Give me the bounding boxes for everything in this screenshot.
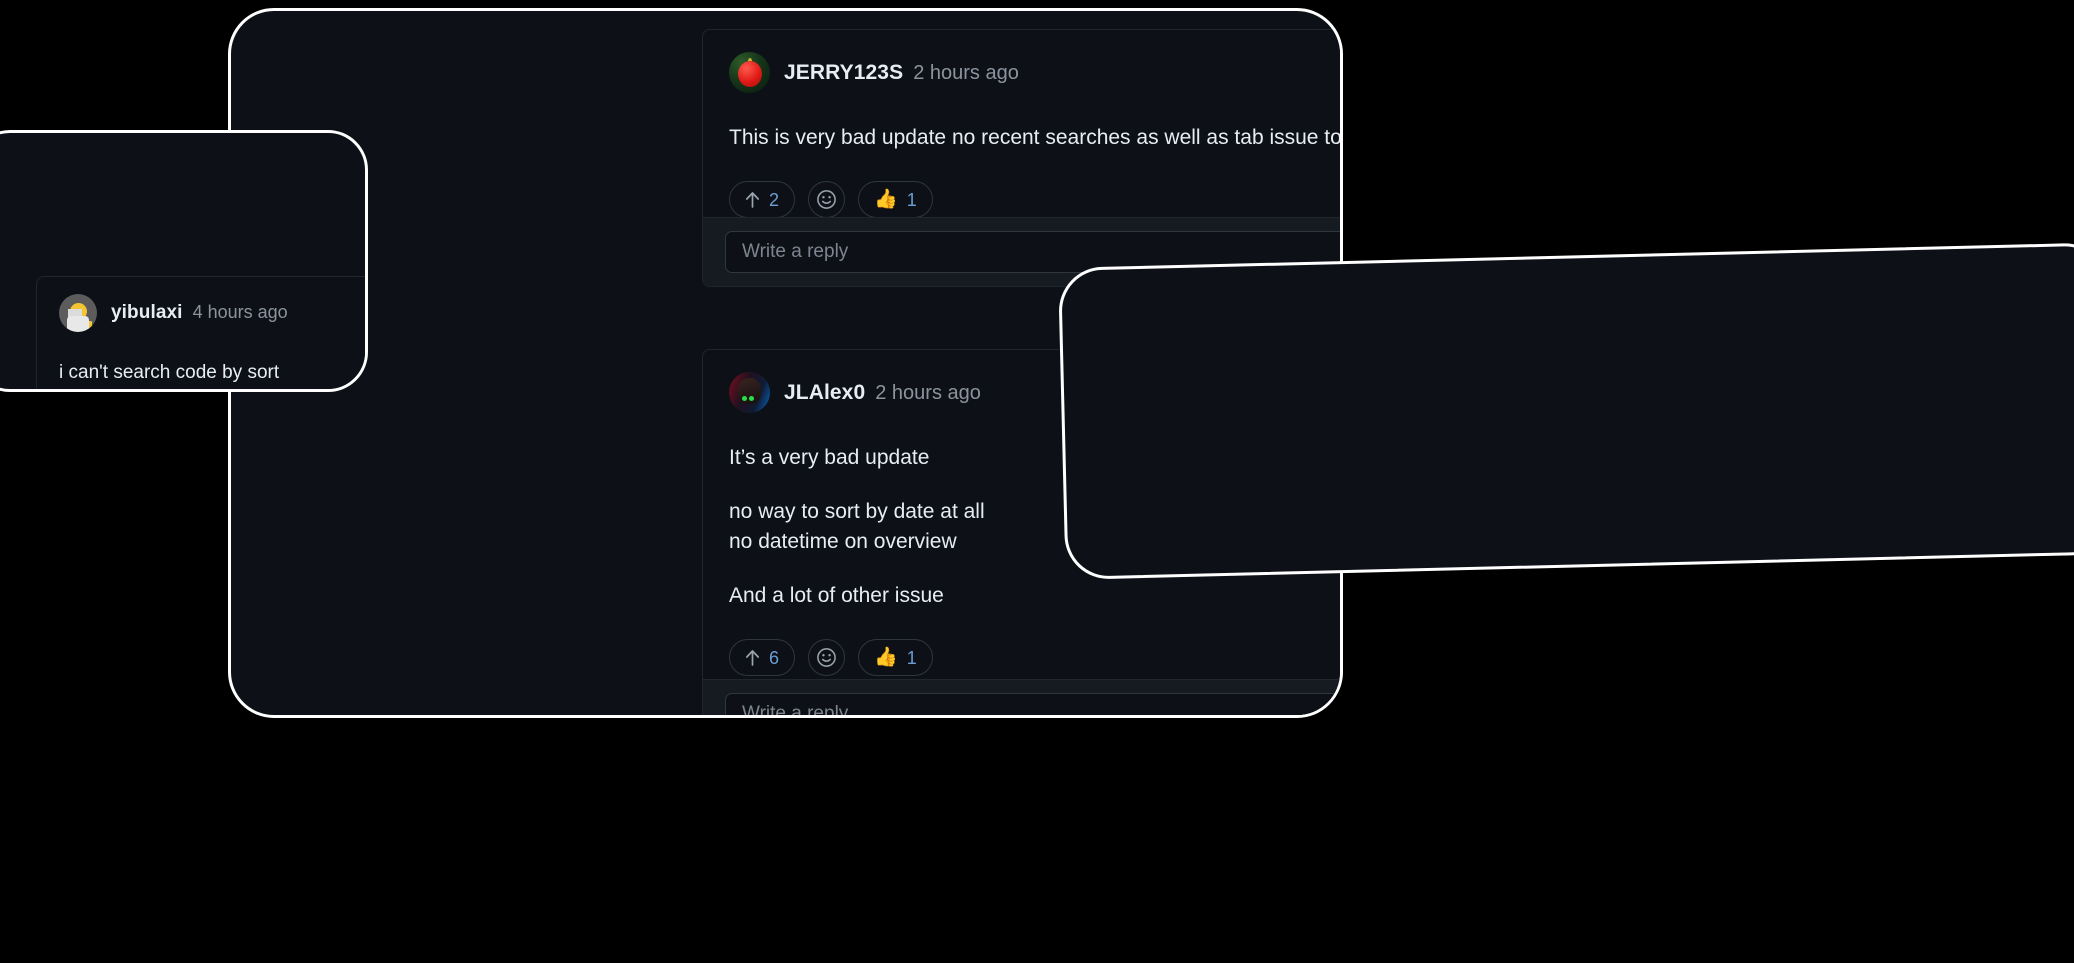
upvote-button[interactable]: 6 xyxy=(729,639,796,676)
upvote-count: 2 xyxy=(769,189,780,210)
comment-body: yibulaxi 4 hours ago i can't search code … xyxy=(37,277,365,389)
thumbs-up-icon: 👍 xyxy=(874,647,898,668)
comment-author-line: JERRY123S 2 hours ago xyxy=(784,61,1019,85)
comment-text: And a lot of other issue xyxy=(729,584,944,607)
add-reaction-button[interactable] xyxy=(808,181,846,218)
reaction-bar: 2 👍 1 xyxy=(729,181,1340,218)
avatar[interactable] xyxy=(729,52,770,93)
avatar[interactable] xyxy=(729,372,770,413)
comment-body: JERRY123S 2 hours ago This is very bad up… xyxy=(703,30,1342,234)
comment-card-yibulaxi[interactable]: yibulaxi 4 hours ago i can't search code … xyxy=(36,276,365,389)
comment-text: This is very bad update no recent search… xyxy=(729,126,1342,149)
comment-author-line: yibulaxi 4 hours ago xyxy=(111,302,288,324)
reaction-bar: 6 👍 1 xyxy=(729,639,1340,676)
username[interactable]: JLAlex0 xyxy=(784,381,865,404)
screenshot-stage: JERRY123S 2 hours ago This is very bad up… xyxy=(0,0,2074,963)
comment-text: i can't search code by sort xyxy=(59,362,280,383)
thumbs-up-reaction-button[interactable]: 👍 1 xyxy=(858,181,933,218)
avatar[interactable] xyxy=(59,294,97,332)
comment-author-line: JLAlex0 2 hours ago xyxy=(784,381,981,405)
upvote-button[interactable]: 2 xyxy=(729,181,796,218)
comment-header: JERRY123S 2 hours ago xyxy=(729,52,1340,93)
up-arrow-icon xyxy=(745,650,760,666)
username[interactable]: yibulaxi xyxy=(111,302,183,323)
smiley-icon xyxy=(817,648,836,667)
upvote-count: 6 xyxy=(769,647,780,668)
timestamp: 2 hours ago xyxy=(913,61,1019,84)
comment-header: yibulaxi 4 hours ago xyxy=(59,294,365,332)
reply-input[interactable]: Write a reply xyxy=(725,693,1340,715)
reply-footer: Write a reply xyxy=(703,679,1340,715)
comment-thread-window-right: noor-e-alam20 hours ago Don't like new c… xyxy=(1058,242,2074,580)
thumbs-up-count: 1 xyxy=(906,647,917,668)
timestamp: 4 hours ago xyxy=(192,302,288,322)
add-reaction-button[interactable] xyxy=(808,639,846,676)
smiley-icon xyxy=(817,190,836,209)
up-arrow-icon xyxy=(745,192,760,208)
username[interactable]: JERRY123S xyxy=(784,61,903,84)
thumbs-up-icon: 👍 xyxy=(874,189,898,210)
comment-card-jerry123s[interactable]: JERRY123S 2 hours ago This is very bad up… xyxy=(702,29,1342,287)
timestamp: 2 hours ago xyxy=(875,381,981,404)
comment-thread-window-left: yibulaxi 4 hours ago i can't search code … xyxy=(0,130,368,392)
thumbs-up-count: 1 xyxy=(906,189,917,210)
thumbs-up-reaction-button[interactable]: 👍 1 xyxy=(858,639,933,676)
